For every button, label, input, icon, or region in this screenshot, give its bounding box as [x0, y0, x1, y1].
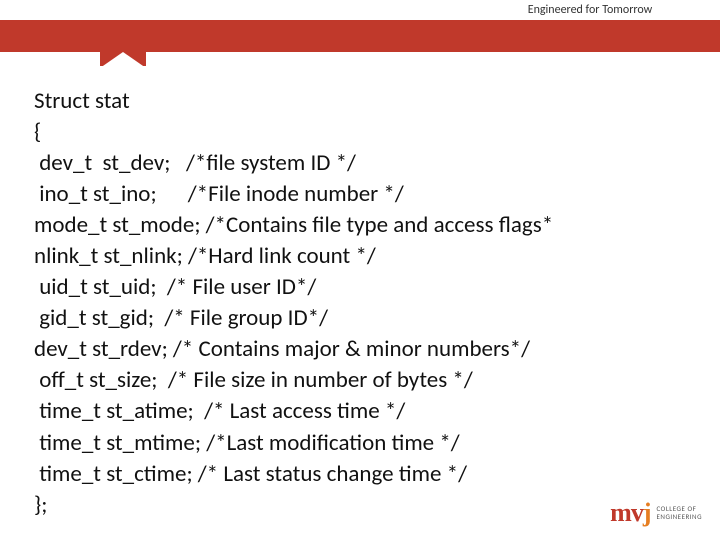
- code-line: off_t st_size; /* File size in number of…: [34, 365, 700, 396]
- logo-v: v: [631, 498, 643, 527]
- code-line: mode_t st_mode; /*Contains file type and…: [34, 210, 700, 241]
- tagline-text: Engineered for Tomorrow: [528, 3, 653, 17]
- code-line: time_t st_ctime; /* Last status change t…: [34, 459, 700, 490]
- code-line: nlink_t st_nlink; /*Hard link count */: [34, 241, 700, 272]
- logo-m: m: [610, 498, 631, 527]
- code-block: Struct stat { dev_t st_dev; /*file syste…: [34, 86, 700, 521]
- code-line: Struct stat: [34, 86, 700, 117]
- notch-cut: [100, 52, 146, 68]
- logo-j: j: [643, 498, 651, 527]
- logo-text: mvj: [610, 498, 650, 528]
- brand-logo: mvj COLLEGE OF ENGINEERING: [610, 498, 702, 528]
- tagline-box: Engineered for Tomorrow: [460, 0, 720, 20]
- logo-sub-line2: ENGINEERING: [657, 512, 702, 521]
- code-line: gid_t st_gid; /* File group ID*/: [34, 303, 700, 334]
- code-line: dev_t st_rdev; /* Contains major & minor…: [34, 334, 700, 365]
- code-line: time_t st_mtime; /*Last modification tim…: [34, 428, 700, 459]
- code-line: time_t st_atime; /* Last access time */: [34, 396, 700, 427]
- code-line: {: [34, 117, 700, 148]
- code-line: ino_t st_ino; /*File inode number */: [34, 179, 700, 210]
- logo-subtitle: COLLEGE OF ENGINEERING: [657, 505, 702, 520]
- slide: Engineered for Tomorrow Struct stat { de…: [0, 0, 720, 540]
- code-line: };: [34, 490, 700, 521]
- code-line: uid_t st_uid; /* File user ID*/: [34, 272, 700, 303]
- code-line: dev_t st_dev; /*file system ID */: [34, 148, 700, 179]
